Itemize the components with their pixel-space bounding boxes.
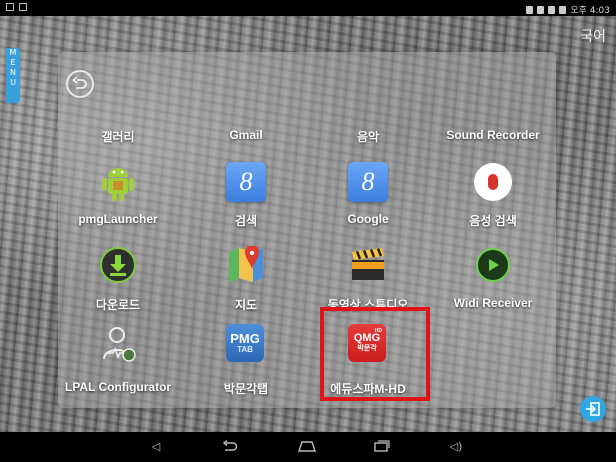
app-label-search[interactable]: 검색 <box>186 212 306 229</box>
app-download[interactable] <box>98 245 138 285</box>
volume-up-icon[interactable]: ◁) <box>448 440 464 454</box>
app-lpal-configurator[interactable] <box>98 324 138 364</box>
navigation-bar: ◁ ◁) <box>0 432 616 462</box>
screenshot-notification-icon <box>6 3 14 11</box>
app-label-google[interactable]: Google <box>308 212 428 226</box>
app-search[interactable]: 8 <box>226 162 266 202</box>
app-pmg-tab[interactable]: PMG TAB <box>226 324 264 362</box>
app-label-widi-receiver[interactable]: Widi Receiver <box>433 296 553 310</box>
download-icon <box>100 247 136 283</box>
maps-icon <box>229 246 263 282</box>
app-maps[interactable] <box>226 245 266 285</box>
status-time: 오후 4:03 <box>570 6 610 16</box>
volume-down-icon[interactable]: ◁ <box>148 440 164 454</box>
movie-studio-icon <box>352 248 384 280</box>
back-arrow-icon <box>72 77 87 89</box>
menu-letter: N <box>10 68 16 77</box>
back-button[interactable] <box>66 70 94 98</box>
app-label-lpal-configurator[interactable]: LPAL Configurator <box>58 380 178 394</box>
bluetooth-icon <box>526 5 534 14</box>
recent-apps-icon[interactable] <box>374 440 390 454</box>
back-nav-arrow-icon <box>222 439 238 451</box>
wifi-icon <box>548 5 556 14</box>
menu-letter: M <box>9 48 17 57</box>
app-label-music[interactable]: 음악 <box>308 128 428 145</box>
pmg-tab-icon-sub: TAB <box>237 345 253 354</box>
app-label-download[interactable]: 다운로드 <box>58 296 178 313</box>
pmg-tab-icon: PMG <box>230 331 260 346</box>
app-drawer-panel: 갤러리 Gmail 음악 Sound Recorder 8 8 pmgLaunc… <box>58 52 556 408</box>
status-bar: 오후 4:03 <box>0 0 616 16</box>
tablet-screen: 오후 4:03 국어 M E N U 갤러리 Gmail 음악 Sound Re… <box>0 0 616 462</box>
exit-icon <box>586 402 600 416</box>
play-triangle-icon <box>489 259 499 271</box>
app-label-pmglauncher[interactable]: pmgLauncher <box>58 212 178 226</box>
status-icons: 오후 4:03 <box>526 3 610 16</box>
menu-letter: U <box>10 78 16 87</box>
app-widi-receiver[interactable] <box>473 245 513 285</box>
app-label-gallery[interactable]: 갤러리 <box>58 128 178 145</box>
app-google[interactable]: 8 <box>348 162 388 202</box>
app-pmglauncher[interactable] <box>98 162 138 202</box>
notification-icons <box>6 3 27 11</box>
highlight-box <box>320 307 430 401</box>
google-search-icon: 8 <box>239 167 253 196</box>
home-shape-icon <box>298 441 316 452</box>
app-label-gmail[interactable]: Gmail <box>186 128 306 142</box>
menu-letter: E <box>10 58 16 67</box>
language-button[interactable]: 국어 <box>580 26 606 46</box>
microphone-icon <box>474 163 512 201</box>
headset-icon <box>537 5 545 14</box>
app-label-maps[interactable]: 지도 <box>186 296 306 313</box>
app-movie-studio[interactable] <box>348 245 388 285</box>
recent-squares-icon <box>374 440 390 452</box>
user-config-icon <box>103 327 136 362</box>
home-nav-icon[interactable] <box>298 440 316 454</box>
app-label-pmg-tab[interactable]: 박문각탭 <box>186 380 306 397</box>
app-label-sound-recorder[interactable]: Sound Recorder <box>433 128 553 142</box>
android-icon <box>102 168 134 201</box>
play-icon <box>476 248 510 282</box>
google-icon: 8 <box>361 167 375 196</box>
image-notification-icon <box>19 3 27 11</box>
download-arrow-icon <box>110 255 126 276</box>
back-nav-icon[interactable] <box>222 439 238 454</box>
floating-exit-button[interactable] <box>580 396 606 422</box>
app-label-voice-search[interactable]: 음성 검색 <box>433 212 553 229</box>
app-voice-search[interactable] <box>473 162 513 202</box>
battery-icon <box>559 5 567 14</box>
menu-side-tab[interactable]: M E N U <box>6 48 20 103</box>
